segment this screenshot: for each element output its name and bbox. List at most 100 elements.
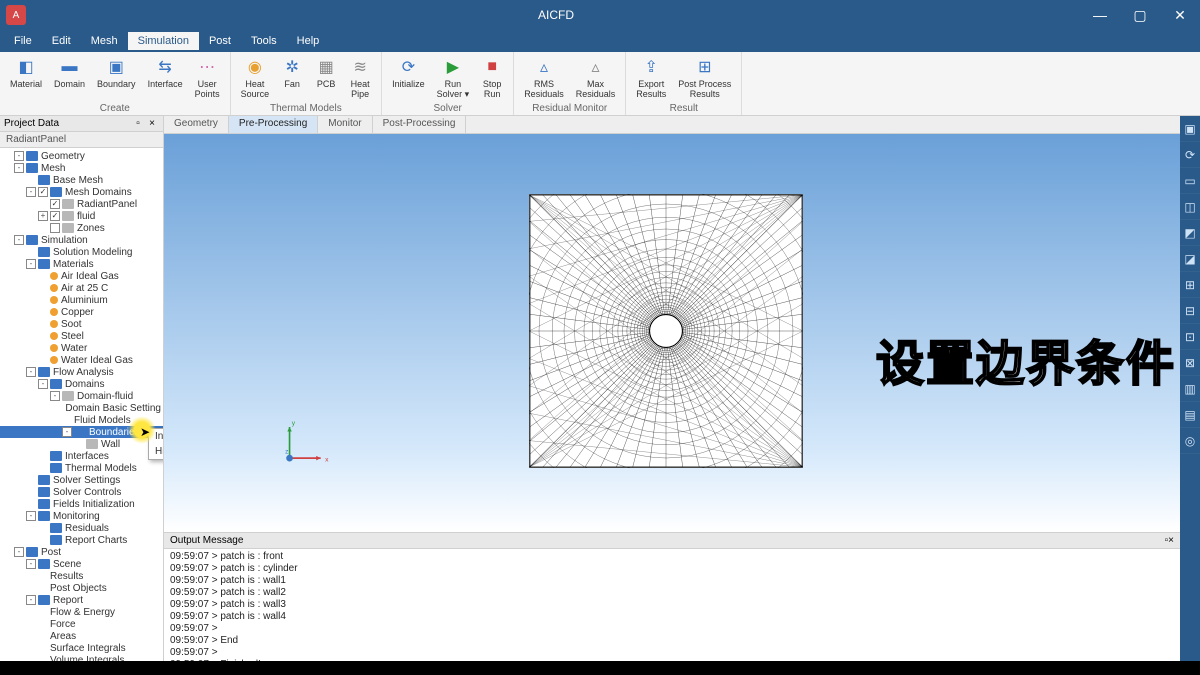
rail-btn-4[interactable]: ◩ — [1180, 220, 1200, 246]
tree-node[interactable]: Water Ideal Gas — [0, 354, 163, 366]
rail-btn-6[interactable]: ⊞ — [1180, 272, 1200, 298]
tree-node[interactable]: +✓fluid — [0, 210, 163, 222]
tree-node[interactable]: Surface Integrals — [0, 642, 163, 654]
rail-btn-0[interactable]: ▣ — [1180, 116, 1200, 142]
tree-toggle-icon[interactable] — [26, 247, 36, 257]
tree-node[interactable]: Water — [0, 342, 163, 354]
rail-btn-1[interactable]: ⟳ — [1180, 142, 1200, 168]
tree-node[interactable]: Air at 25 C — [0, 282, 163, 294]
tree-toggle-icon[interactable]: + — [38, 211, 48, 221]
tree-node[interactable]: Domain Basic Setting — [0, 402, 163, 414]
ribbon-max-residuals[interactable]: ▵Max Residuals — [570, 54, 622, 102]
tree-node[interactable]: Thermal Models — [0, 462, 163, 474]
tree-toggle-icon[interactable]: - — [26, 559, 36, 569]
ribbon-stop-run[interactable]: ■Stop Run — [475, 54, 509, 102]
tree-node[interactable]: -Simulation — [0, 234, 163, 246]
tree-node[interactable]: Post Objects — [0, 582, 163, 594]
tree-node[interactable]: Results — [0, 570, 163, 582]
tree-checkbox[interactable]: ✓ — [38, 187, 48, 197]
tree-node[interactable]: Copper — [0, 306, 163, 318]
tree-toggle-icon[interactable]: - — [38, 379, 48, 389]
tree-toggle-icon[interactable]: - — [14, 235, 24, 245]
rail-btn-9[interactable]: ⊠ — [1180, 350, 1200, 376]
tree-node[interactable]: -Mesh — [0, 162, 163, 174]
tree-node[interactable]: -Report — [0, 594, 163, 606]
tree-toggle-icon[interactable]: - — [50, 391, 60, 401]
tree-node[interactable]: Soot — [0, 318, 163, 330]
tree-node[interactable]: -Geometry — [0, 150, 163, 162]
ribbon-export-results[interactable]: ⇪Export Results — [630, 54, 672, 102]
tree-node[interactable]: -Boundaries — [0, 426, 163, 438]
rail-btn-2[interactable]: ▭ — [1180, 168, 1200, 194]
context-item[interactable]: Insert Boundary — [149, 429, 163, 444]
tree-toggle-icon[interactable] — [38, 463, 48, 473]
tree-node[interactable]: Zones — [0, 222, 163, 234]
ribbon-heat-source[interactable]: ◉Heat Source — [235, 54, 276, 102]
tree-checkbox[interactable]: ✓ — [50, 199, 60, 209]
tree-toggle-icon[interactable]: - — [26, 595, 36, 605]
tree-toggle-icon[interactable] — [38, 451, 48, 461]
tree-toggle-icon[interactable]: - — [14, 151, 24, 161]
tree-toggle-icon[interactable]: - — [26, 187, 36, 197]
tree-toggle-icon[interactable]: - — [26, 511, 36, 521]
tree-node[interactable]: Interfaces — [0, 450, 163, 462]
tree-node[interactable]: Steel — [0, 330, 163, 342]
tree-node[interactable]: -Post — [0, 546, 163, 558]
rail-btn-7[interactable]: ⊟ — [1180, 298, 1200, 324]
tree-toggle-icon[interactable]: - — [14, 163, 24, 173]
tree-toggle-icon[interactable]: - — [62, 427, 72, 437]
tab-post-processing[interactable]: Post-Processing — [373, 116, 467, 133]
tree-node[interactable]: Solution Modeling — [0, 246, 163, 258]
ribbon-heat-pipe[interactable]: ≋Heat Pipe — [343, 54, 377, 102]
panel-pin-icon[interactable]: ▫ — [131, 118, 145, 129]
tree-node[interactable]: Solver Settings — [0, 474, 163, 486]
tree-node[interactable]: Wall — [0, 438, 163, 450]
menu-file[interactable]: File — [4, 32, 42, 50]
close-button[interactable]: ✕ — [1160, 0, 1200, 30]
tree-node[interactable]: Residuals — [0, 522, 163, 534]
tree-checkbox[interactable]: ✓ — [50, 211, 60, 221]
rail-btn-5[interactable]: ◪ — [1180, 246, 1200, 272]
rail-btn-10[interactable]: ▥ — [1180, 376, 1200, 402]
tree-node[interactable]: Flow & Energy — [0, 606, 163, 618]
context-menu[interactable]: Insert BoundaryHide Boundary Markers — [148, 428, 163, 460]
tree-node[interactable]: -Monitoring — [0, 510, 163, 522]
tree-toggle-icon[interactable] — [38, 199, 48, 209]
rail-btn-11[interactable]: ▤ — [1180, 402, 1200, 428]
tree-node[interactable]: Aluminium — [0, 294, 163, 306]
rail-btn-8[interactable]: ⊡ — [1180, 324, 1200, 350]
tree-node[interactable]: Fields Initialization — [0, 498, 163, 510]
tree-node[interactable]: -Flow Analysis — [0, 366, 163, 378]
rail-btn-3[interactable]: ◫ — [1180, 194, 1200, 220]
tree-node[interactable]: Base Mesh — [0, 174, 163, 186]
tree-node[interactable]: Fluid Models — [0, 414, 163, 426]
tree-node[interactable]: -Materials — [0, 258, 163, 270]
tree-toggle-icon[interactable]: - — [26, 367, 36, 377]
ribbon-boundary[interactable]: ▣Boundary — [91, 54, 142, 92]
tree-node[interactable]: ✓RadiantPanel — [0, 198, 163, 210]
tree-node[interactable]: Air Ideal Gas — [0, 270, 163, 282]
tab-pre-processing[interactable]: Pre-Processing — [229, 116, 318, 133]
project-tree[interactable]: -Geometry-MeshBase Mesh-✓Mesh Domains✓Ra… — [0, 148, 163, 661]
tree-node[interactable]: -Domains — [0, 378, 163, 390]
menu-edit[interactable]: Edit — [42, 32, 81, 50]
ribbon-initialize[interactable]: ⟳Initialize — [386, 54, 431, 92]
menu-help[interactable]: Help — [287, 32, 330, 50]
tree-node[interactable]: -Scene — [0, 558, 163, 570]
menu-simulation[interactable]: Simulation — [128, 32, 199, 50]
tree-toggle-icon[interactable] — [38, 223, 48, 233]
minimize-button[interactable]: — — [1080, 0, 1120, 30]
output-close-icon[interactable]: × — [1168, 535, 1174, 546]
tree-node[interactable]: Report Charts — [0, 534, 163, 546]
ribbon-domain[interactable]: ▬Domain — [48, 54, 91, 92]
tree-node[interactable]: Solver Controls — [0, 486, 163, 498]
tree-node[interactable]: -Domain-fluid — [0, 390, 163, 402]
ribbon-pcb[interactable]: ▦PCB — [309, 54, 343, 92]
tree-toggle-icon[interactable] — [26, 487, 36, 497]
ribbon-post-process-results[interactable]: ⊞Post Process Results — [672, 54, 737, 102]
maximize-button[interactable]: ▢ — [1120, 0, 1160, 30]
tree-checkbox[interactable] — [50, 223, 60, 233]
tree-node[interactable]: Areas — [0, 630, 163, 642]
tree-toggle-icon[interactable] — [26, 175, 36, 185]
tree-node[interactable]: -✓Mesh Domains — [0, 186, 163, 198]
